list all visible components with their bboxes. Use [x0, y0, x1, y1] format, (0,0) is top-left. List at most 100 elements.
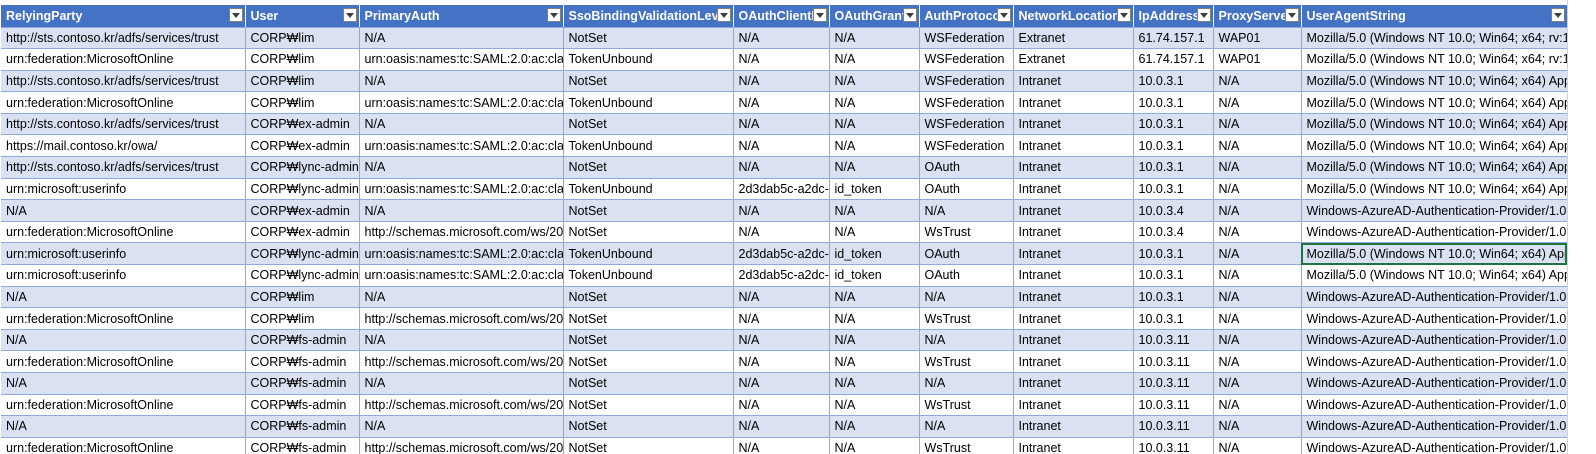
cell-oauthgrant[interactable]: N/A	[829, 437, 920, 454]
filter-dropdown-icon[interactable]	[996, 8, 1011, 22]
cell-authprotocol[interactable]: N/A	[919, 199, 1014, 222]
cell-oauthclientid[interactable]: N/A	[733, 134, 830, 158]
column-header-useragentstring[interactable]: UserAgentString	[1301, 5, 1568, 28]
cell-networklocation[interactable]: Intranet	[1013, 415, 1134, 438]
cell-ipaddress[interactable]: 10.0.3.11	[1133, 329, 1214, 352]
cell-ssobindingvalidationlevel[interactable]: NotSet	[563, 156, 734, 179]
cell-oauthgrant[interactable]: N/A	[829, 415, 920, 438]
cell-oauthclientid[interactable]: N/A	[733, 372, 830, 395]
cell-networklocation[interactable]: Intranet	[1013, 329, 1134, 352]
cell-relyingparty[interactable]: urn:federation:MicrosoftOnline	[1, 437, 246, 454]
cell-user[interactable]: CORP₩ex-admin	[245, 221, 360, 244]
cell-user[interactable]: CORP₩lim	[245, 70, 360, 93]
cell-primaryauth[interactable]: N/A	[359, 70, 564, 93]
cell-networklocation[interactable]: Intranet	[1013, 307, 1134, 330]
cell-useragentstring[interactable]: Windows-AzureAD-Authentication-Provider/…	[1301, 286, 1568, 309]
cell-user[interactable]: CORP₩lim	[245, 27, 360, 50]
cell-oauthclientid[interactable]: N/A	[733, 91, 830, 114]
cell-primaryauth[interactable]: urn:oasis:names:tc:SAML:2.0:ac:classes	[359, 134, 564, 158]
filter-dropdown-icon[interactable]	[228, 8, 243, 22]
column-header-oauthclientid[interactable]: OAuthClientId	[733, 5, 830, 28]
cell-networklocation[interactable]: Intranet	[1013, 437, 1134, 454]
cell-primaryauth[interactable]: urn:oasis:names:tc:SAML:2.0:ac:classes	[359, 178, 564, 201]
cell-networklocation[interactable]: Intranet	[1013, 286, 1134, 309]
cell-primaryauth[interactable]: http://schemas.microsoft.com/ws/200	[359, 307, 564, 330]
vertical-scrollbar[interactable]	[1567, 0, 1596, 454]
cell-networklocation[interactable]: Intranet	[1013, 156, 1134, 179]
cell-oauthgrant[interactable]: N/A	[829, 70, 920, 93]
cell-useragentstring[interactable]: Windows-AzureAD-Authentication-Provider/…	[1301, 394, 1568, 417]
cell-relyingparty[interactable]: urn:microsoft:userinfo	[1, 264, 246, 287]
column-header-proxyserver[interactable]: ProxyServer	[1213, 5, 1302, 28]
cell-oauthclientid[interactable]: N/A	[733, 329, 830, 352]
cell-relyingparty[interactable]: urn:federation:MicrosoftOnline	[1, 394, 246, 417]
cell-ipaddress[interactable]: 10.0.3.1	[1133, 286, 1214, 309]
cell-oauthgrant[interactable]: N/A	[829, 134, 920, 158]
cell-ipaddress[interactable]: 10.0.3.11	[1133, 437, 1214, 454]
filter-dropdown-icon[interactable]	[812, 8, 827, 22]
cell-useragentstring[interactable]: Windows-AzureAD-Authentication-Provider/…	[1301, 221, 1568, 244]
cell-oauthclientid[interactable]: N/A	[733, 437, 830, 454]
cell-oauthclientid[interactable]: N/A	[733, 27, 830, 50]
cell-ssobindingvalidationlevel[interactable]: NotSet	[563, 70, 734, 93]
cell-authprotocol[interactable]: WsTrust	[919, 350, 1014, 373]
cell-ssobindingvalidationlevel[interactable]: TokenUnbound	[563, 134, 734, 158]
cell-useragentstring[interactable]: Windows-AzureAD-Authentication-Provider/…	[1301, 372, 1568, 395]
cell-relyingparty[interactable]: urn:federation:MicrosoftOnline	[1, 221, 246, 244]
cell-ssobindingvalidationlevel[interactable]: NotSet	[563, 27, 734, 50]
cell-networklocation[interactable]: Intranet	[1013, 242, 1134, 266]
cell-relyingparty[interactable]: N/A	[1, 372, 246, 395]
cell-ipaddress[interactable]: 61.74.157.1	[1133, 27, 1214, 50]
cell-proxyserver[interactable]: WAP01	[1213, 27, 1302, 50]
column-header-ssobindingvalidationlevel[interactable]: SsoBindingValidationLevel	[563, 5, 734, 28]
cell-proxyserver[interactable]: N/A	[1213, 437, 1302, 454]
cell-useragentstring[interactable]: Mozilla/5.0 (Windows NT 10.0; Win64; x64…	[1301, 113, 1568, 136]
cell-oauthgrant[interactable]: N/A	[829, 221, 920, 244]
cell-ssobindingvalidationlevel[interactable]: TokenUnbound	[563, 48, 734, 71]
cell-networklocation[interactable]: Intranet	[1013, 394, 1134, 417]
cell-primaryauth[interactable]: http://schemas.microsoft.com/ws/200	[359, 221, 564, 244]
cell-relyingparty[interactable]: urn:federation:MicrosoftOnline	[1, 91, 246, 114]
cell-authprotocol[interactable]: WSFederation	[919, 48, 1014, 71]
cell-relyingparty[interactable]: http://sts.contoso.kr/adfs/services/trus…	[1, 27, 246, 50]
cell-primaryauth[interactable]: N/A	[359, 286, 564, 309]
cell-networklocation[interactable]: Intranet	[1013, 199, 1134, 222]
cell-ssobindingvalidationlevel[interactable]: NotSet	[563, 394, 734, 417]
cell-primaryauth[interactable]: N/A	[359, 415, 564, 438]
cell-oauthclientid[interactable]: N/A	[733, 70, 830, 93]
cell-ssobindingvalidationlevel[interactable]: NotSet	[563, 286, 734, 309]
cell-user[interactable]: CORP₩fs-admin	[245, 350, 360, 373]
cell-networklocation[interactable]: Intranet	[1013, 134, 1134, 158]
cell-user[interactable]: CORP₩fs-admin	[245, 415, 360, 438]
cell-ssobindingvalidationlevel[interactable]: NotSet	[563, 372, 734, 395]
cell-networklocation[interactable]: Extranet	[1013, 48, 1134, 71]
column-header-relyingparty[interactable]: RelyingParty	[1, 5, 246, 28]
cell-oauthgrant[interactable]: N/A	[829, 156, 920, 179]
cell-user[interactable]: CORP₩fs-admin	[245, 372, 360, 395]
cell-ipaddress[interactable]: 10.0.3.11	[1133, 415, 1214, 438]
cell-useragentstring[interactable]: Windows-AzureAD-Authentication-Provider/…	[1301, 350, 1568, 373]
cell-ipaddress[interactable]: 10.0.3.1	[1133, 70, 1214, 93]
cell-primaryauth[interactable]: http://schemas.microsoft.com/ws/200	[359, 350, 564, 373]
cell-primaryauth[interactable]: N/A	[359, 329, 564, 352]
cell-ssobindingvalidationlevel[interactable]: TokenUnbound	[563, 178, 734, 201]
cell-ipaddress[interactable]: 10.0.3.11	[1133, 350, 1214, 373]
cell-useragentstring[interactable]: Mozilla/5.0 (Windows NT 10.0; Win64; x64…	[1301, 178, 1568, 201]
cell-authprotocol[interactable]: OAuth	[919, 264, 1014, 287]
cell-proxyserver[interactable]: N/A	[1213, 91, 1302, 114]
cell-primaryauth[interactable]: http://schemas.microsoft.com/ws/200	[359, 437, 564, 454]
cell-ipaddress[interactable]: 10.0.3.4	[1133, 221, 1214, 244]
cell-networklocation[interactable]: Intranet	[1013, 70, 1134, 93]
cell-proxyserver[interactable]: N/A	[1213, 134, 1302, 158]
cell-ssobindingvalidationlevel[interactable]: NotSet	[563, 350, 734, 373]
cell-oauthclientid[interactable]: N/A	[733, 48, 830, 71]
cell-proxyserver[interactable]: N/A	[1213, 394, 1302, 417]
cell-oauthclientid[interactable]: N/A	[733, 199, 830, 222]
cell-useragentstring[interactable]: Mozilla/5.0 (Windows NT 10.0; Win64; x64…	[1301, 264, 1568, 287]
cell-proxyserver[interactable]: WAP01	[1213, 48, 1302, 71]
cell-oauthclientid[interactable]: N/A	[733, 286, 830, 309]
cell-proxyserver[interactable]: N/A	[1213, 264, 1302, 287]
cell-networklocation[interactable]: Intranet	[1013, 113, 1134, 136]
cell-oauthgrant[interactable]: id_token	[829, 264, 920, 287]
cell-useragentstring[interactable]: Mozilla/5.0 (Windows NT 10.0; Win64; x64…	[1301, 134, 1568, 158]
